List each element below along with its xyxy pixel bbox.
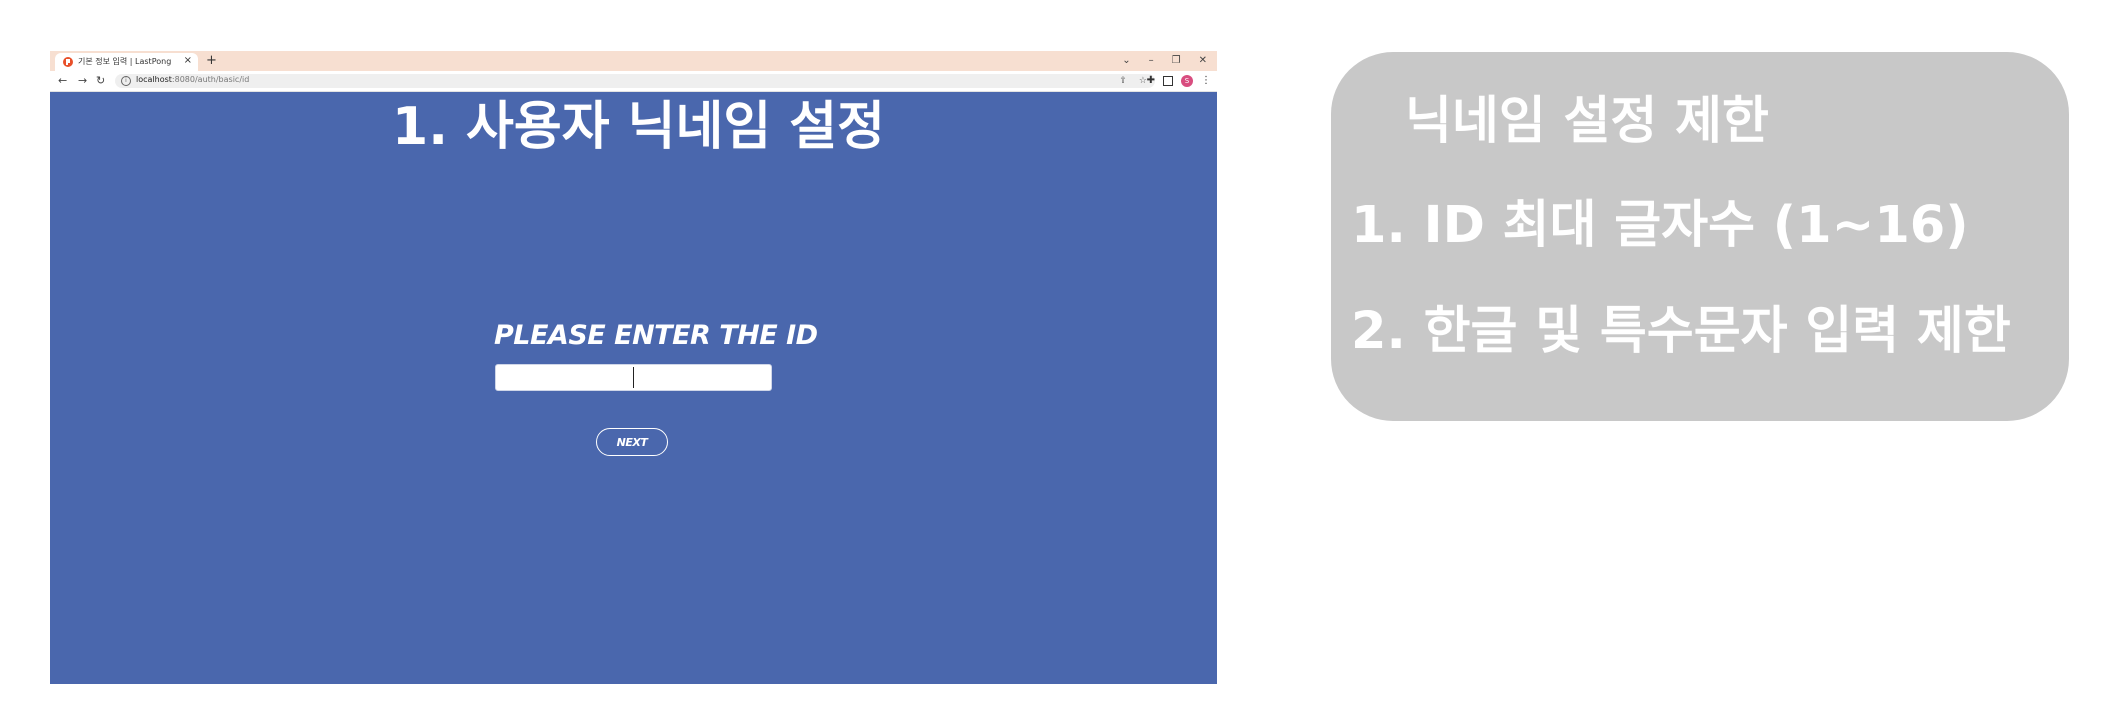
- reload-icon[interactable]: ↻: [96, 74, 105, 88]
- tab-close-icon[interactable]: ×: [184, 55, 192, 67]
- close-window-icon[interactable]: ✕: [1199, 53, 1207, 69]
- text-caret: [633, 367, 634, 388]
- more-icon[interactable]: ⋮: [1201, 74, 1211, 88]
- share-icon[interactable]: ⇪: [1119, 74, 1127, 88]
- address-url: localhost:8080/auth/basic/id: [136, 75, 249, 84]
- tab-bar: 기본 정보 입력 | LastPong × + ⌄ – ❐ ✕: [50, 51, 1217, 71]
- tab-search-icon[interactable]: ⌄: [1122, 53, 1130, 69]
- minimize-icon[interactable]: –: [1149, 53, 1154, 69]
- favicon-icon: [63, 57, 73, 67]
- browser-window: 기본 정보 입력 | LastPong × + ⌄ – ❐ ✕ ← → ↻ i …: [50, 51, 1217, 684]
- id-prompt-label: PLEASE ENTER THE ID: [494, 320, 818, 351]
- browser-tab-active[interactable]: 기본 정보 입력 | LastPong ×: [55, 53, 198, 71]
- side-panel-icon[interactable]: [1163, 76, 1173, 86]
- window-controls: ⌄ – ❐ ✕: [1122, 53, 1207, 69]
- restore-icon[interactable]: ❐: [1172, 53, 1181, 69]
- note-title: 닉네임 설정 제한: [1405, 92, 1769, 151]
- restriction-note: 닉네임 설정 제한 1. ID 최대 글자수 (1~16) 2. 한글 및 특수…: [1331, 52, 2069, 421]
- new-tab-icon[interactable]: +: [206, 53, 217, 69]
- url-host: localhost: [136, 75, 172, 84]
- toolbar-actions: ✚ S ⋮: [1147, 74, 1211, 88]
- next-button[interactable]: NEXT: [596, 428, 668, 456]
- forward-icon[interactable]: →: [78, 74, 87, 88]
- info-icon[interactable]: i: [121, 76, 131, 86]
- page-content: 1. 사용자 닉네임 설정 PLEASE ENTER THE ID NEXT: [50, 92, 1217, 684]
- back-icon[interactable]: ←: [58, 74, 67, 88]
- browser-toolbar: ← → ↻ i localhost:8080/auth/basic/id ⇪ ☆…: [50, 71, 1217, 92]
- page-title: 1. 사용자 닉네임 설정: [392, 97, 885, 157]
- profile-avatar[interactable]: S: [1181, 75, 1193, 87]
- extensions-icon[interactable]: ✚: [1147, 74, 1155, 88]
- address-bar[interactable]: i localhost:8080/auth/basic/id ⇪ ☆: [115, 74, 1155, 88]
- address-actions: ⇪ ☆: [1119, 74, 1147, 88]
- url-path: :8080/auth/basic/id: [171, 75, 250, 84]
- note-item: 2. 한글 및 특수문자 입력 제한: [1351, 302, 2011, 361]
- tab-title: 기본 정보 입력 | LastPong: [78, 57, 172, 66]
- note-item: 1. ID 최대 글자수 (1~16): [1351, 196, 1969, 255]
